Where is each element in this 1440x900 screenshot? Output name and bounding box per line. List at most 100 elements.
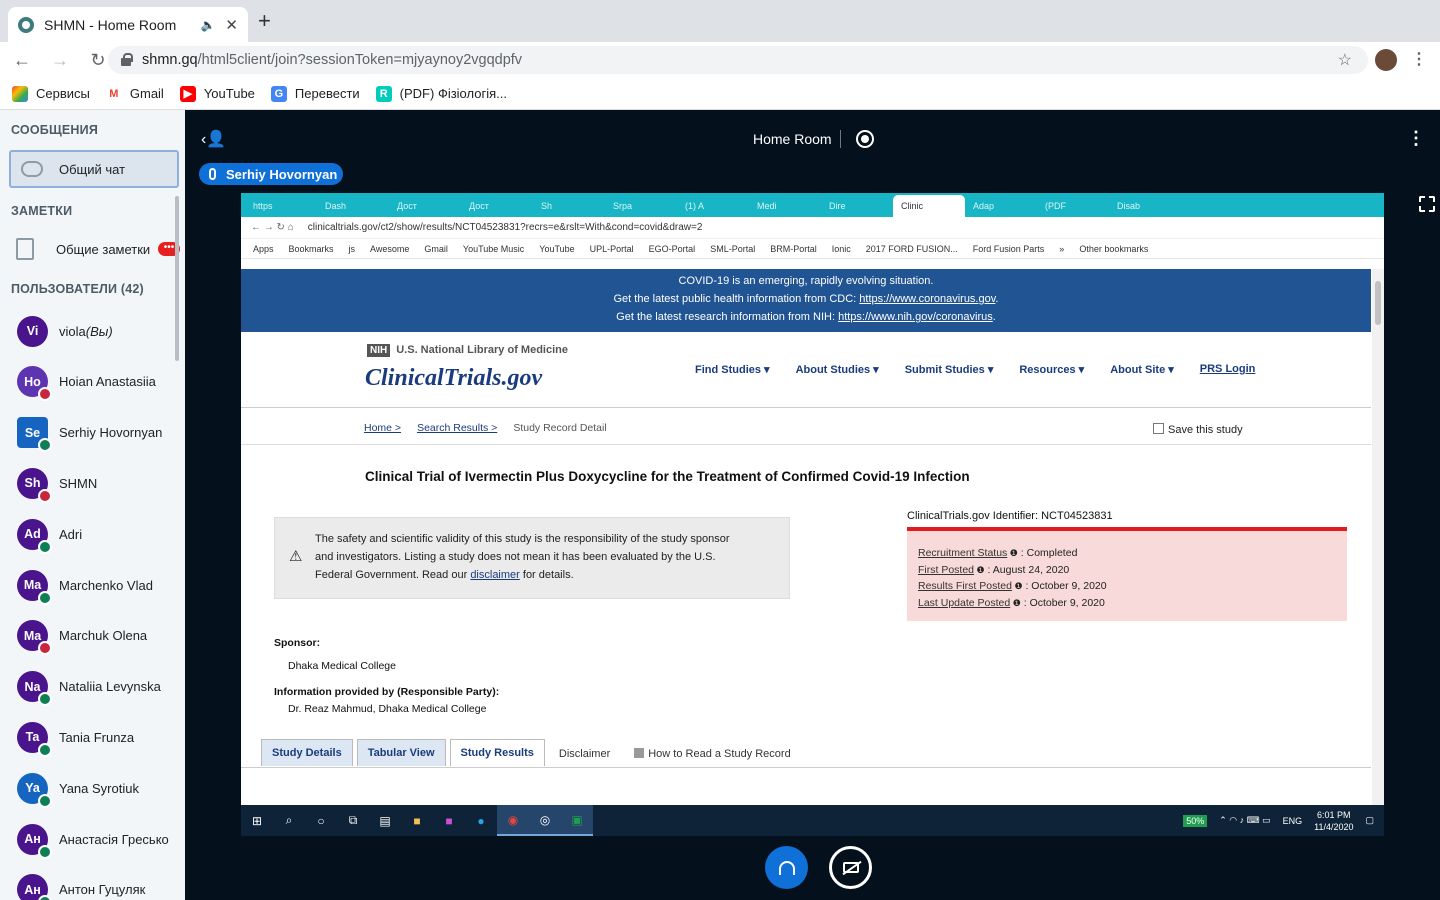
- status-label: Results First Posted: [918, 580, 1012, 593]
- bookmark-label: (PDF) Фізіологія...: [399, 86, 507, 101]
- record-icon[interactable]: [856, 130, 874, 148]
- shared-address-bar: ← → ↻ ⌂ clinicaltrials.gov/ct2/show/resu…: [241, 217, 1384, 239]
- shared-nav-icons: ← → ↻ ⌂: [251, 222, 294, 233]
- bookmark-translate[interactable]: G Перевести: [270, 85, 360, 102]
- speaker-icon[interactable]: 🔈: [200, 18, 215, 32]
- listen-only-icon: [38, 793, 52, 808]
- listen-only-icon: [38, 539, 52, 554]
- nih-link[interactable]: https://www.nih.gov/coronavirus: [838, 311, 993, 323]
- shared-scrollbar: [1372, 269, 1384, 805]
- new-tab-button[interactable]: +: [258, 10, 271, 32]
- tab-disclaimer: Disclaimer: [558, 748, 611, 760]
- banner-line-3: Get the latest research information from…: [616, 311, 839, 323]
- info-icon: ❶: [1007, 548, 1018, 558]
- you-label: (Вы): [85, 323, 113, 339]
- bookmark-label: Gmail: [129, 86, 164, 101]
- shared-bookmark: Bookmarks: [288, 243, 334, 254]
- user-item[interactable]: Ad Adri: [17, 516, 177, 554]
- phpstorm-icon: ■: [445, 813, 453, 828]
- sidebar: СООБЩЕНИЯ Общий чат ЗАМЕТКИ Общие заметк…: [0, 110, 185, 900]
- tab-tabular-view: Tabular View: [356, 739, 446, 766]
- audio-button[interactable]: [765, 846, 808, 889]
- listen-only-icon: [38, 895, 52, 900]
- user-item[interactable]: Ma Marchuk Olena: [17, 618, 177, 656]
- back-icon[interactable]: ←: [6, 50, 38, 71]
- shared-bookmark: UPL-Portal: [589, 243, 634, 254]
- shared-url: clinicaltrials.gov/ct2/show/results/NCT0…: [307, 222, 703, 233]
- bookmark-youtube[interactable]: ▶ YouTube: [179, 85, 255, 102]
- muted-mic-icon: [38, 641, 52, 656]
- bookmark-gmail[interactable]: M Gmail: [105, 85, 164, 102]
- user-item[interactable]: Se Serhiy Hovornyan: [17, 415, 177, 453]
- bookmark-services[interactable]: Сервисы: [12, 85, 90, 102]
- disclaimer-line: The safety and scientific validity of th…: [315, 533, 730, 545]
- fullscreen-icon[interactable]: [1419, 196, 1435, 212]
- user-name: Антон Гуцуляк: [59, 882, 146, 898]
- user-item[interactable]: Sh SHMN: [17, 465, 177, 503]
- browser-tab[interactable]: SHMN - Home Room 🔈 ✕: [8, 7, 248, 42]
- study-identifier: ClinicalTrials.gov Identifier: NCT045238…: [907, 510, 1113, 522]
- forward-icon[interactable]: →: [44, 50, 76, 71]
- users-header: ПОЛЬЗОВАТЕЛИ (42): [11, 282, 144, 296]
- apps-grid-icon: [12, 85, 28, 102]
- shared-bookmark: YouTube: [539, 243, 575, 254]
- listen-only-icon: [38, 692, 52, 707]
- bookmark-star-icon[interactable]: ☆: [1338, 50, 1352, 70]
- user-item[interactable]: Ma Marchenko Vlad: [17, 567, 177, 605]
- screenshare-view: https Dash Дост Дост Sh Srpa (1) A Medi Dire Clin…: [241, 193, 1384, 836]
- bookmark-label: Сервисы: [36, 86, 90, 101]
- sidebar-scrollbar[interactable]: [175, 196, 179, 361]
- bookmark-label: YouTube: [203, 86, 255, 101]
- user-item[interactable]: Ho Hoian Anastasiia: [17, 364, 177, 402]
- user-name: SHMN: [59, 475, 98, 491]
- banner-line-2: Get the latest public health information…: [613, 293, 860, 305]
- search-icon: ⌕: [285, 813, 293, 827]
- toggle-userlist-icon[interactable]: ‹👤: [201, 129, 226, 149]
- address-bar[interactable]: shmn.gq/html5client/join?sessionToken=mj…: [108, 46, 1368, 74]
- shared-tab: Дост: [469, 201, 489, 211]
- user-item[interactable]: Na Nataliia Levynska: [17, 669, 177, 707]
- browser-menu-icon[interactable]: ⋮: [1411, 49, 1427, 69]
- nih-header: NIH U.S. National Library of Medicine: [367, 344, 568, 357]
- user-name: Анастасія Гресько: [59, 831, 169, 847]
- header-divider: [840, 130, 841, 148]
- shared-notes-item[interactable]: Общие заметки •••: [10, 232, 180, 266]
- status-box: Recruitment Status ❶ : Completed First Po…: [907, 527, 1347, 621]
- user-item[interactable]: Ан Антон Гуцуляк: [17, 872, 177, 900]
- cdc-link[interactable]: https://www.coronavirus.gov: [859, 293, 995, 305]
- profile-avatar[interactable]: [1375, 49, 1397, 71]
- headphones-icon: [778, 860, 795, 875]
- nih-badge: NIH: [367, 344, 391, 357]
- public-chat-item[interactable]: Общий чат: [9, 150, 179, 188]
- nih-label: U.S. National Library of Medicine: [396, 344, 568, 356]
- date: 11/4/2020: [1314, 821, 1354, 832]
- close-tab-icon[interactable]: ✕: [225, 16, 238, 34]
- user-name: Marchenko Vlad: [59, 577, 153, 593]
- user-item[interactable]: Ta Tania Frunza: [17, 719, 177, 757]
- sponsor-label: Sponsor:: [274, 637, 321, 649]
- user-avatar: Ma: [17, 620, 52, 656]
- crumb-search-results: Search Results >: [417, 422, 498, 434]
- info-icon: ❶: [974, 564, 985, 575]
- status-label: Last Update Posted: [918, 597, 1011, 610]
- chrome-icon: ◉: [497, 805, 529, 836]
- disclaimer-line: Federal Government. Read our: [315, 569, 471, 581]
- user-item[interactable]: Ан Анастасія Гресько: [17, 821, 177, 859]
- status-value: : October 9, 2020: [1020, 597, 1105, 610]
- options-menu-icon[interactable]: ⋮: [1407, 128, 1425, 149]
- video-button[interactable]: [829, 846, 872, 889]
- user-avatar: Ho: [17, 366, 52, 402]
- user-avatar: Ma: [17, 569, 52, 605]
- bookmark-pdf[interactable]: R (PDF) Фізіологія...: [375, 85, 507, 102]
- bookmarks-bar: Сервисы M Gmail ▶ YouTube G Перевести R (PDF…: [0, 78, 1440, 110]
- listen-only-icon: [38, 438, 52, 453]
- presenter-badge: Serhiy Hovornyan: [199, 163, 343, 185]
- shared-tab: Dash: [325, 201, 347, 211]
- shared-tab-strip: https Dash Дост Дост Sh Srpa (1) A Medi Dire Clin…: [241, 193, 1384, 217]
- user-item[interactable]: Ya Yana Syrotiuk: [17, 770, 177, 808]
- help-icon: [634, 748, 645, 758]
- notes-header: ЗАМЕТКИ: [11, 204, 73, 218]
- shared-tab: Dire: [829, 201, 846, 211]
- user-item[interactable]: Vi viola (Вы): [17, 313, 177, 349]
- shared-tab: Clinic: [893, 195, 965, 217]
